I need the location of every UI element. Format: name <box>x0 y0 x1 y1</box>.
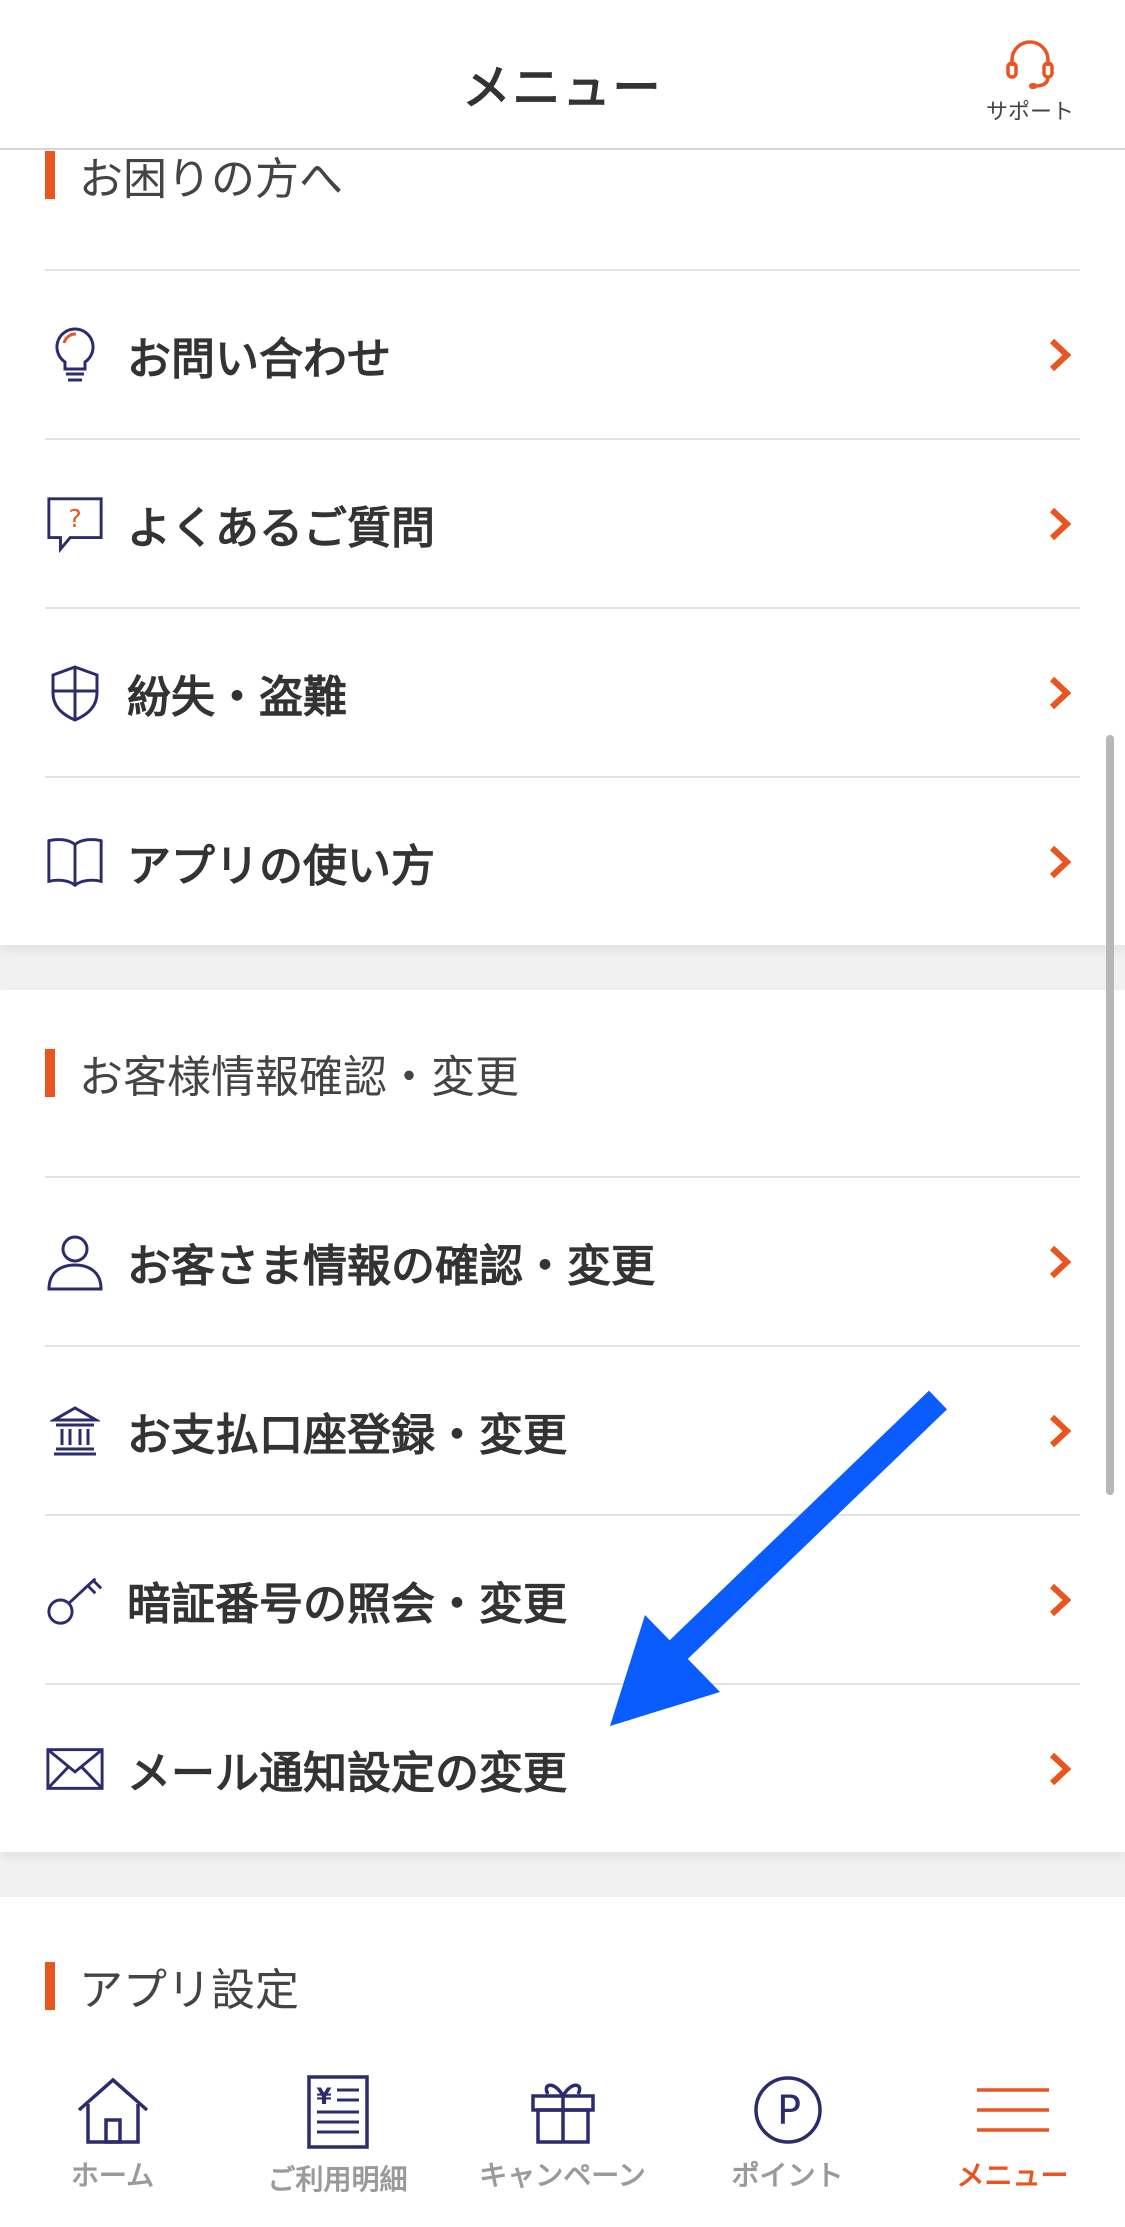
chevron-right-icon <box>1040 504 1080 544</box>
menu-item-contact[interactable]: お問い合わせ <box>45 269 1080 438</box>
menu-item-label: よくあるご質問 <box>127 502 435 554</box>
chevron-right-icon <box>1040 1411 1080 1451</box>
menu-item-mail-notification[interactable]: メール通知設定の変更 <box>45 1683 1080 1852</box>
section-title: お客様情報確認・変更 <box>79 1052 519 1103</box>
tab-label: ポイント <box>731 2159 844 2192</box>
section-app-settings: アプリ設定 <box>0 1897 1125 2040</box>
chevron-right-icon <box>1040 1580 1080 1620</box>
page-title: メニュー <box>462 60 663 116</box>
menu-icon <box>976 2088 1049 2132</box>
tab-menu[interactable]: メニュー <box>900 2040 1125 2227</box>
menu-item-label: 紛失・盗難 <box>127 671 347 723</box>
bank-icon <box>45 1401 105 1461</box>
headset-icon <box>1006 40 1054 89</box>
mail-icon <box>45 1739 105 1799</box>
section-header: お客様情報確認・変更 <box>45 1048 519 1103</box>
section-header: アプリ設定 <box>45 1961 299 2016</box>
menu-item-payment-account[interactable]: お支払口座登録・変更 <box>45 1345 1080 1514</box>
menu-item-pin[interactable]: 暗証番号の照会・変更 <box>45 1514 1080 1683</box>
section-customer-info: お客様情報確認・変更 お客さま情報の確認・変更 お支払口座登録・変更 暗証番号の… <box>0 990 1125 1852</box>
section-help: お困りの方へ お問い合わせ ? よくあるご質問 紛失・盗難 アプリの使い方 <box>0 150 1125 945</box>
support-button[interactable]: サポート <box>975 28 1085 138</box>
svg-text:P: P <box>776 2088 800 2134</box>
section-accent-bar <box>45 151 55 199</box>
key-icon <box>45 1570 105 1630</box>
home-icon <box>77 2077 148 2144</box>
chevron-right-icon <box>1040 842 1080 882</box>
tab-label: キャンペーン <box>479 2159 646 2192</box>
tab-statement[interactable]: ¥ ご利用明細 <box>225 2040 450 2227</box>
svg-text:?: ? <box>68 503 81 532</box>
lightbulb-icon <box>45 325 105 385</box>
section-header: お困りの方へ <box>45 150 343 205</box>
chevron-right-icon <box>1040 673 1080 713</box>
chevron-right-icon <box>1040 1242 1080 1282</box>
section-accent-bar <box>45 1049 55 1097</box>
person-icon <box>45 1232 105 1292</box>
menu-item-label: お客さま情報の確認・変更 <box>127 1240 655 1292</box>
shield-icon <box>45 663 105 723</box>
menu-item-customer-info[interactable]: お客さま情報の確認・変更 <box>45 1176 1080 1345</box>
menu-content[interactable]: お困りの方へ お問い合わせ ? よくあるご質問 紛失・盗難 アプリの使い方 お客… <box>0 150 1125 2040</box>
book-icon <box>45 832 105 892</box>
menu-item-label: お問い合わせ <box>127 333 391 385</box>
menu-item-faq[interactable]: ? よくあるご質問 <box>45 438 1080 607</box>
tab-label: ご利用明細 <box>267 2163 408 2196</box>
section-accent-bar <box>45 1962 55 2010</box>
chevron-right-icon <box>1040 335 1080 375</box>
tab-campaign[interactable]: キャンペーン <box>450 2040 675 2227</box>
question-bubble-icon: ? <box>45 494 105 554</box>
tab-home[interactable]: ホーム <box>0 2040 225 2227</box>
support-label: サポート <box>985 100 1074 125</box>
header: メニュー サポート <box>0 0 1125 150</box>
menu-item-label: メール通知設定の変更 <box>127 1747 567 1799</box>
tab-point[interactable]: P ポイント <box>675 2040 900 2227</box>
statement-icon: ¥ <box>306 2075 369 2149</box>
scrollbar[interactable] <box>1106 735 1114 1495</box>
menu-item-label: お支払口座登録・変更 <box>127 1409 567 1461</box>
svg-text:¥: ¥ <box>316 2085 332 2110</box>
menu-item-label: 暗証番号の照会・変更 <box>127 1578 567 1630</box>
gift-icon <box>530 2083 595 2144</box>
section-title: アプリ設定 <box>79 1965 299 2016</box>
section-title: お困りの方へ <box>79 154 343 205</box>
tab-label: メニュー <box>956 2159 1069 2192</box>
chevron-right-icon <box>1040 1749 1080 1789</box>
point-icon: P <box>753 2076 822 2144</box>
bottom-tab-bar: ホーム ¥ ご利用明細 キャンペーン P ポイント メニュー <box>0 2040 1125 2227</box>
tab-label: ホーム <box>70 2159 155 2192</box>
menu-item-app-guide[interactable]: アプリの使い方 <box>45 776 1080 945</box>
menu-item-label: アプリの使い方 <box>127 840 435 892</box>
menu-item-lost-stolen[interactable]: 紛失・盗難 <box>45 607 1080 776</box>
